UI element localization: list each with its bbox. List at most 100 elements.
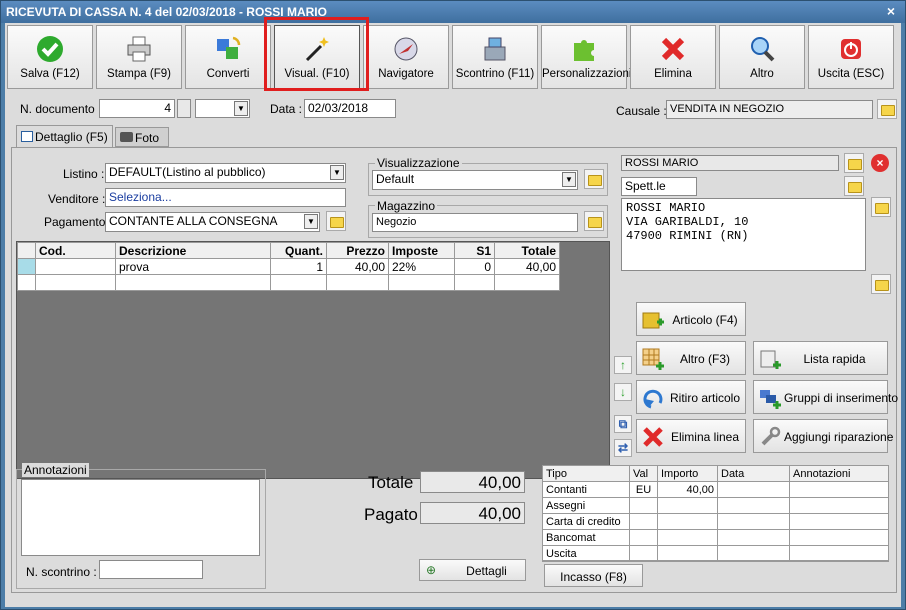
col-tipo[interactable]: Tipo [542, 465, 630, 482]
visualizzazione-folder-icon[interactable] [584, 169, 604, 189]
cell-quant[interactable]: 1 [270, 258, 327, 275]
other-article-button[interactable]: Altro (F3) [636, 341, 746, 375]
save-button[interactable]: Salva (F12) [7, 25, 93, 89]
customer-name-field[interactable]: ROSSI MARIO [621, 155, 839, 171]
listino-select[interactable]: DEFAULT(Listino al pubblico) ▼ [105, 163, 346, 183]
pagamento-select[interactable]: CONTANTE ALLA CONSEGNA ▼ [105, 212, 320, 232]
col-descrizione[interactable]: Descrizione [115, 242, 271, 259]
causale-folder-icon[interactable] [877, 99, 897, 119]
insert-groups-button[interactable]: Gruppi di inserimento [753, 380, 898, 414]
col-prezzo[interactable]: Prezzo [326, 242, 389, 259]
col-data[interactable]: Data [717, 465, 790, 482]
payment-date[interactable] [717, 481, 790, 498]
convert-button[interactable]: Converti [185, 25, 271, 89]
col-s1[interactable]: S1 [454, 242, 495, 259]
check-icon [37, 36, 63, 62]
notes-title: Annotazioni [22, 463, 89, 477]
customer-title-field[interactable]: Spett.le [621, 177, 697, 196]
ndoc-field[interactable]: 4 [99, 99, 175, 118]
cell-cod[interactable] [35, 258, 116, 275]
chevron-down-icon: ▼ [234, 101, 248, 116]
cell-prezzo[interactable]: 40,00 [326, 258, 389, 275]
table-row-empty[interactable] [17, 274, 560, 291]
delete-line-button[interactable]: Elimina linea [636, 419, 746, 453]
magazzino-folder-icon[interactable] [584, 211, 604, 231]
chevron-down-icon: ▼ [562, 172, 576, 187]
customer-folder-icon[interactable] [844, 153, 864, 173]
delete-label: Elimina [654, 68, 692, 80]
details-button[interactable]: ⊕ Dettagli [419, 559, 526, 581]
table-row[interactable]: prova 1 40,00 22% 0 40,00 [17, 258, 560, 275]
move-up-icon[interactable]: ↑ [614, 356, 632, 374]
causale-field[interactable]: VENDITA IN NEGOZIO [666, 100, 873, 119]
print-button[interactable]: Stampa (F9) [96, 25, 182, 89]
cell-descrizione[interactable]: prova [115, 258, 271, 275]
cell-s1[interactable]: 0 [454, 258, 495, 275]
payment-type: Assegni [542, 497, 630, 514]
exit-button[interactable]: Uscita (ESC) [808, 25, 894, 89]
detail-grid[interactable]: Cod. Descrizione Quant. Prezzo Imposte S… [16, 241, 610, 479]
total-value: 40,00 [420, 471, 525, 493]
col-annotazioni[interactable]: Annotazioni [789, 465, 889, 482]
visualizzazione-title: Visualizzazione [375, 156, 462, 170]
delete-button[interactable]: Elimina [630, 25, 716, 89]
receipt-label: Scontrino (F11) [455, 68, 535, 80]
series-select[interactable]: ▼ [195, 99, 250, 118]
col-importo[interactable]: Importo [657, 465, 718, 482]
payment-row[interactable]: Carta di credito [542, 513, 889, 530]
payment-currency[interactable]: EU [629, 481, 658, 498]
magazzino-field[interactable]: Negozio [372, 213, 578, 232]
payment-notes[interactable] [789, 481, 889, 498]
payment-row[interactable]: Assegni [542, 497, 889, 514]
quick-list-button[interactable]: Lista rapida [753, 341, 888, 375]
payment-row[interactable]: Uscita [542, 545, 889, 562]
paste-row-icon[interactable]: ⇄ [614, 439, 632, 457]
payment-row[interactable]: Bancomat [542, 529, 889, 546]
receipt-no-field[interactable] [99, 560, 203, 579]
add-repair-button[interactable]: Aggiungi riparazione [753, 419, 893, 453]
add-article-button[interactable]: Articolo (F4) [636, 302, 746, 336]
cell-totale[interactable]: 40,00 [494, 258, 560, 275]
print-label: Stampa (F9) [107, 68, 171, 80]
notes-textarea[interactable] [21, 479, 260, 556]
address-folder-icon[interactable] [871, 197, 891, 217]
row-selector[interactable] [17, 258, 36, 275]
payment-row[interactable]: Contanti EU 40,00 [542, 481, 889, 498]
tab-dettaglio[interactable]: Dettaglio (F5) [16, 125, 113, 147]
venditore-field[interactable]: Seleziona... [105, 188, 346, 207]
add-article-label: Articolo (F4) [672, 313, 738, 327]
col-val[interactable]: Val [629, 465, 658, 482]
return-article-button[interactable]: Ritiro articolo [636, 380, 746, 414]
cell-imposte[interactable]: 22% [388, 258, 455, 275]
col-cod[interactable]: Cod. [35, 242, 116, 259]
col-totale[interactable]: Totale [494, 242, 560, 259]
close-button[interactable]: × [883, 3, 899, 19]
copy-row-icon[interactable]: ⧉ [614, 415, 632, 433]
cash-in-button[interactable]: Incasso (F8) [544, 564, 643, 587]
magazzino-title: Magazzino [375, 199, 438, 213]
customer-search-icon[interactable] [844, 176, 864, 196]
other-button[interactable]: Altro [719, 25, 805, 89]
customize-button[interactable]: Personalizzazioni [541, 25, 632, 89]
wrench-icon [761, 426, 781, 446]
tab-foto[interactable]: Foto [115, 127, 169, 147]
col-imposte[interactable]: Imposte [388, 242, 455, 259]
pagamento-label: Pagamento : [44, 215, 113, 229]
col-quant[interactable]: Quant. [270, 242, 327, 259]
extra-folder-icon[interactable] [871, 274, 891, 294]
payment-amount[interactable]: 40,00 [657, 481, 718, 498]
ndoc-spin[interactable] [177, 99, 191, 118]
receipt-button[interactable]: Scontrino (F11) [452, 25, 538, 89]
move-down-icon[interactable]: ↓ [614, 383, 632, 401]
visualizzazione-select[interactable]: Default ▼ [372, 170, 578, 190]
grid-add-icon [642, 348, 664, 370]
date-field[interactable]: 02/03/2018 [304, 99, 396, 118]
return-arrow-icon [643, 389, 663, 409]
navigator-button[interactable]: Navigatore [363, 25, 449, 89]
remove-customer-icon[interactable]: × [871, 154, 889, 172]
puzzle-icon [574, 40, 594, 61]
causale-label: Causale : [616, 104, 667, 118]
payments-grid[interactable]: Tipo Val Importo Data Annotazioni Contan… [542, 465, 889, 562]
customer-address-box[interactable]: ROSSI MARIO VIA GARIBALDI, 10 47900 RIMI… [621, 198, 866, 271]
pagamento-folder-icon[interactable] [326, 211, 346, 231]
